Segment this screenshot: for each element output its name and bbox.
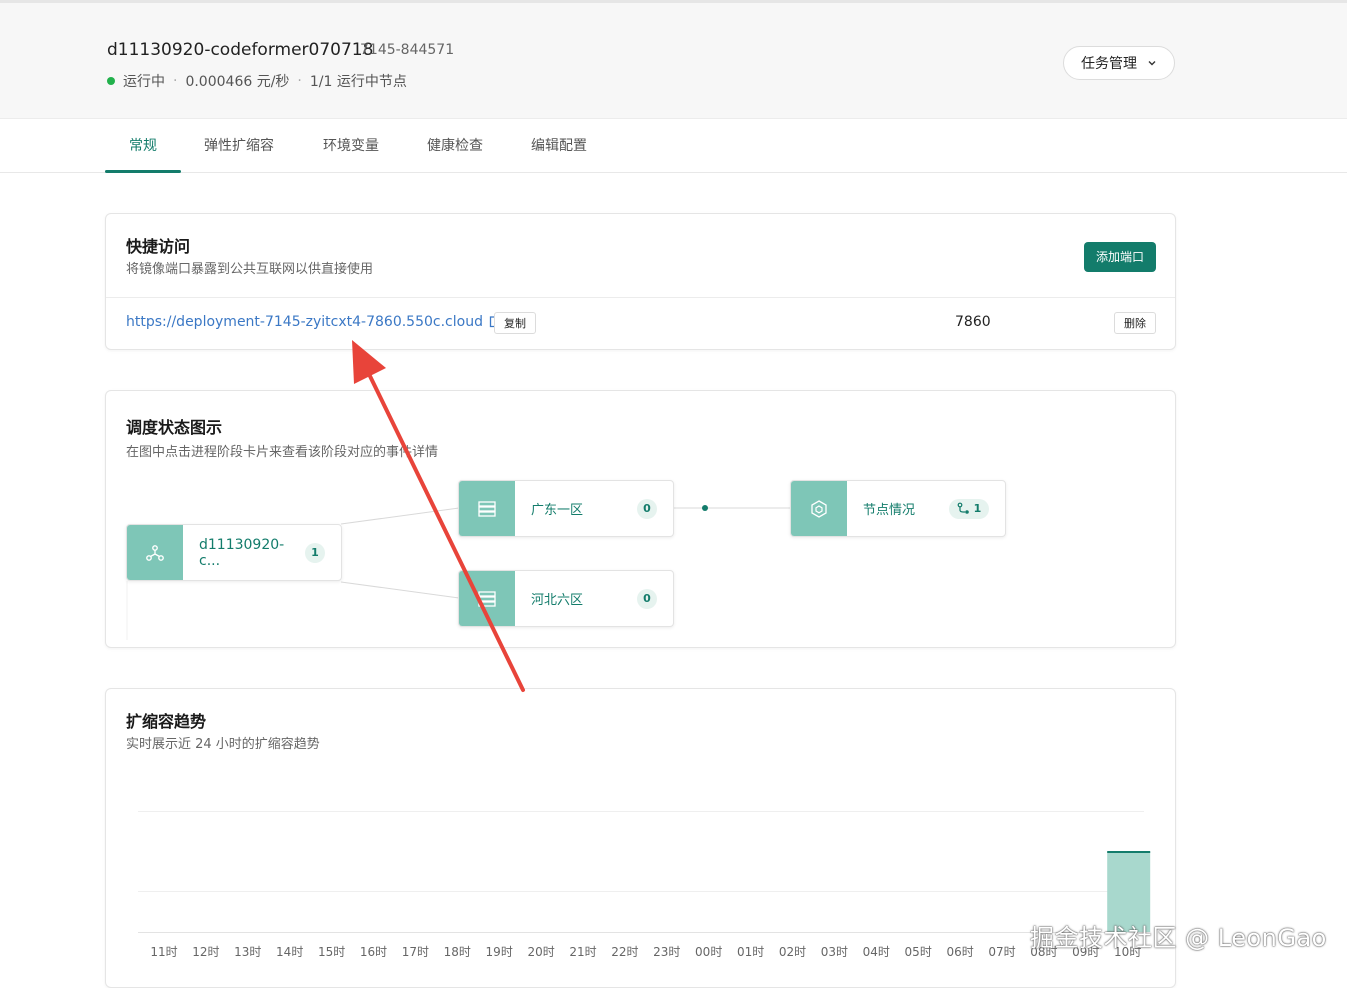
annotation-arrow-icon <box>352 340 525 692</box>
watermark: 掘金技术社区 @ LeonGao <box>1030 924 1327 952</box>
